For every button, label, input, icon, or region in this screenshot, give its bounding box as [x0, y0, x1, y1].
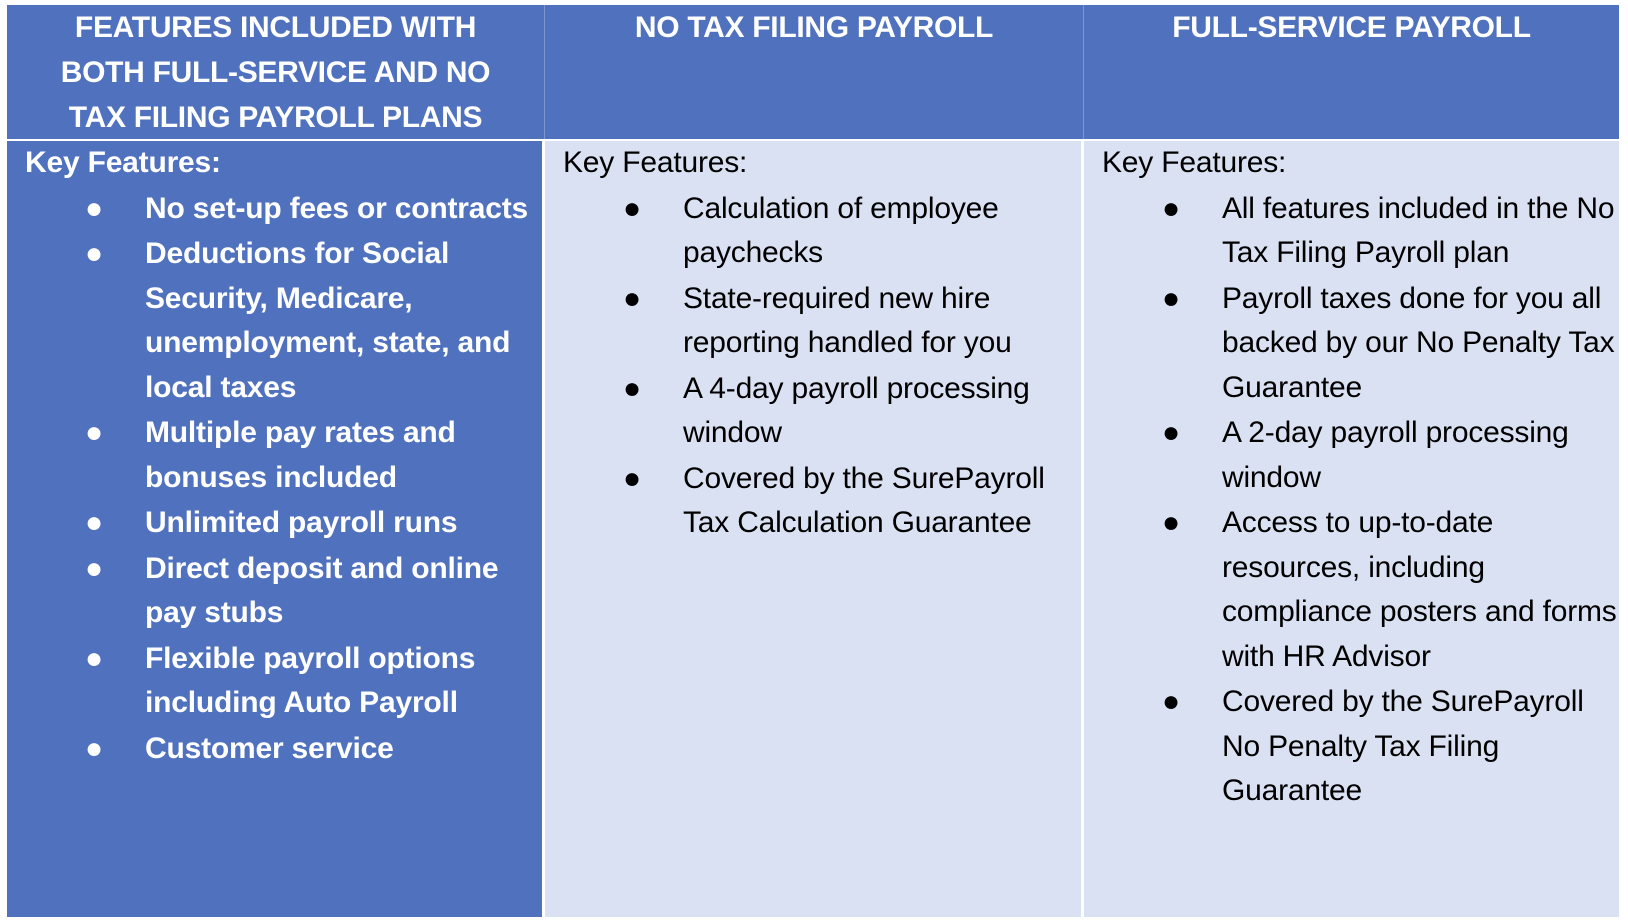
bullet-dot-icon: ● [623, 281, 641, 315]
header-shared-features-label: FEATURES INCLUDED WITH BOTH FULL-SERVICE… [60, 11, 491, 134]
list-item: ● Flexible payroll options including Auto… [25, 637, 542, 726]
bullet-dot-icon: ● [85, 731, 103, 765]
header-shared-features: FEATURES INCLUDED WITH BOTH FULL-SERVICE… [7, 5, 545, 139]
list-item: ● A 4-day payroll processing window [563, 367, 1081, 456]
bullet-dot-icon: ● [85, 551, 103, 585]
bullet-dot-icon: ● [1162, 416, 1180, 449]
feature-text: State-required new hire reporting handle… [683, 281, 1012, 360]
bullet-dot-icon: ● [1162, 281, 1180, 315]
feature-text: Customer service [145, 731, 394, 765]
list-item: ● Calculation of employee paychecks [563, 187, 1081, 276]
feature-text: Payroll taxes done for you all backed by… [1222, 281, 1615, 404]
bullet-dot-icon: ● [1162, 191, 1180, 225]
feature-text: Covered by the SurePayroll No Penalty Ta… [1222, 685, 1584, 807]
bullet-dot-icon: ● [85, 641, 103, 675]
feature-text: Multiple pay rates and bonuses included [145, 416, 456, 494]
feature-text: Flexible payroll options including Auto … [145, 641, 476, 720]
list-item: ● Multiple pay rates and bonuses included [25, 411, 542, 500]
bullet-dot-icon: ● [1162, 685, 1180, 718]
plan-comparison-table: FEATURES INCLUDED WITH BOTH FULL-SERVICE… [7, 5, 1619, 917]
full-service-features-list: ● All features included in the No Tax Fil… [1102, 187, 1619, 814]
feature-text: Access to up-to-date resources, includin… [1222, 506, 1617, 673]
no-tax-filing-features-list: ● Calculation of employee paychecks ● Stat… [563, 187, 1081, 546]
feature-text: A 2-day payroll processing window [1222, 416, 1569, 494]
feature-text: No set-up fees or contracts [145, 191, 529, 225]
key-features-label: Key Features: [1102, 146, 1287, 179]
list-item: ● Unlimited payroll runs [25, 501, 542, 546]
header-full-service-payroll-label: FULL-SERVICE PAYROLL [1172, 11, 1531, 44]
bullet-dot-icon: ● [85, 416, 103, 449]
list-item: ● State-required new hire reporting handl… [563, 277, 1081, 366]
header-no-tax-filing-payroll: NO TAX FILING PAYROLL [545, 5, 1084, 139]
feature-text: Unlimited payroll runs [145, 506, 458, 539]
bullet-dot-icon: ● [85, 506, 103, 539]
list-item: ● Direct deposit and online pay stubs [25, 547, 542, 636]
feature-text: All features included in the No Tax Fili… [1222, 191, 1615, 270]
bullet-dot-icon: ● [85, 191, 103, 225]
feature-text: Covered by the SurePayroll Tax Calculati… [683, 461, 1045, 540]
header-full-service-payroll: FULL-SERVICE PAYROLL [1084, 5, 1619, 139]
bullet-dot-icon: ● [623, 371, 641, 405]
list-item: ● Deductions for Social Security, Medicar… [25, 232, 542, 410]
shared-features-cell: Key Features: ● No set-up fees or contrac… [7, 141, 542, 917]
list-item: ● Covered by the SurePayroll Tax Calculat… [563, 457, 1081, 546]
full-service-features-cell: Key Features: ● All features included in … [1084, 141, 1619, 917]
feature-text: A 4-day payroll processing window [683, 371, 1030, 450]
list-item: ● A 2-day payroll processing window [1102, 411, 1619, 500]
bullet-dot-icon: ● [85, 237, 103, 270]
list-item: ● Customer service [25, 727, 542, 772]
list-item: ● Covered by the SurePayroll No Penalty T… [1102, 680, 1619, 814]
list-item: ● Payroll taxes done for you all backed b… [1102, 277, 1619, 411]
header-no-tax-filing-payroll-label: NO TAX FILING PAYROLL [634, 11, 994, 44]
list-item: ● No set-up fees or contracts [25, 187, 542, 232]
feature-text: Calculation of employee paychecks [683, 191, 999, 270]
shared-features-list: ● No set-up fees or contracts ● Deductions… [25, 187, 542, 772]
feature-text: Deductions for Social Security, Medicare… [145, 237, 511, 404]
no-tax-filing-features-cell: Key Features: ● Calculation of employee p… [545, 141, 1081, 917]
bullet-dot-icon: ● [623, 191, 641, 225]
feature-text: Direct deposit and online pay stubs [145, 551, 499, 630]
key-features-label: Key Features: [563, 146, 748, 179]
key-features-label: Key Features: [25, 146, 221, 179]
list-item: ● All features included in the No Tax Fil… [1102, 187, 1619, 276]
bullet-dot-icon: ● [623, 461, 641, 495]
list-item: ● Access to up-to-date resources, includi… [1102, 501, 1619, 679]
bullet-dot-icon: ● [1162, 506, 1180, 539]
